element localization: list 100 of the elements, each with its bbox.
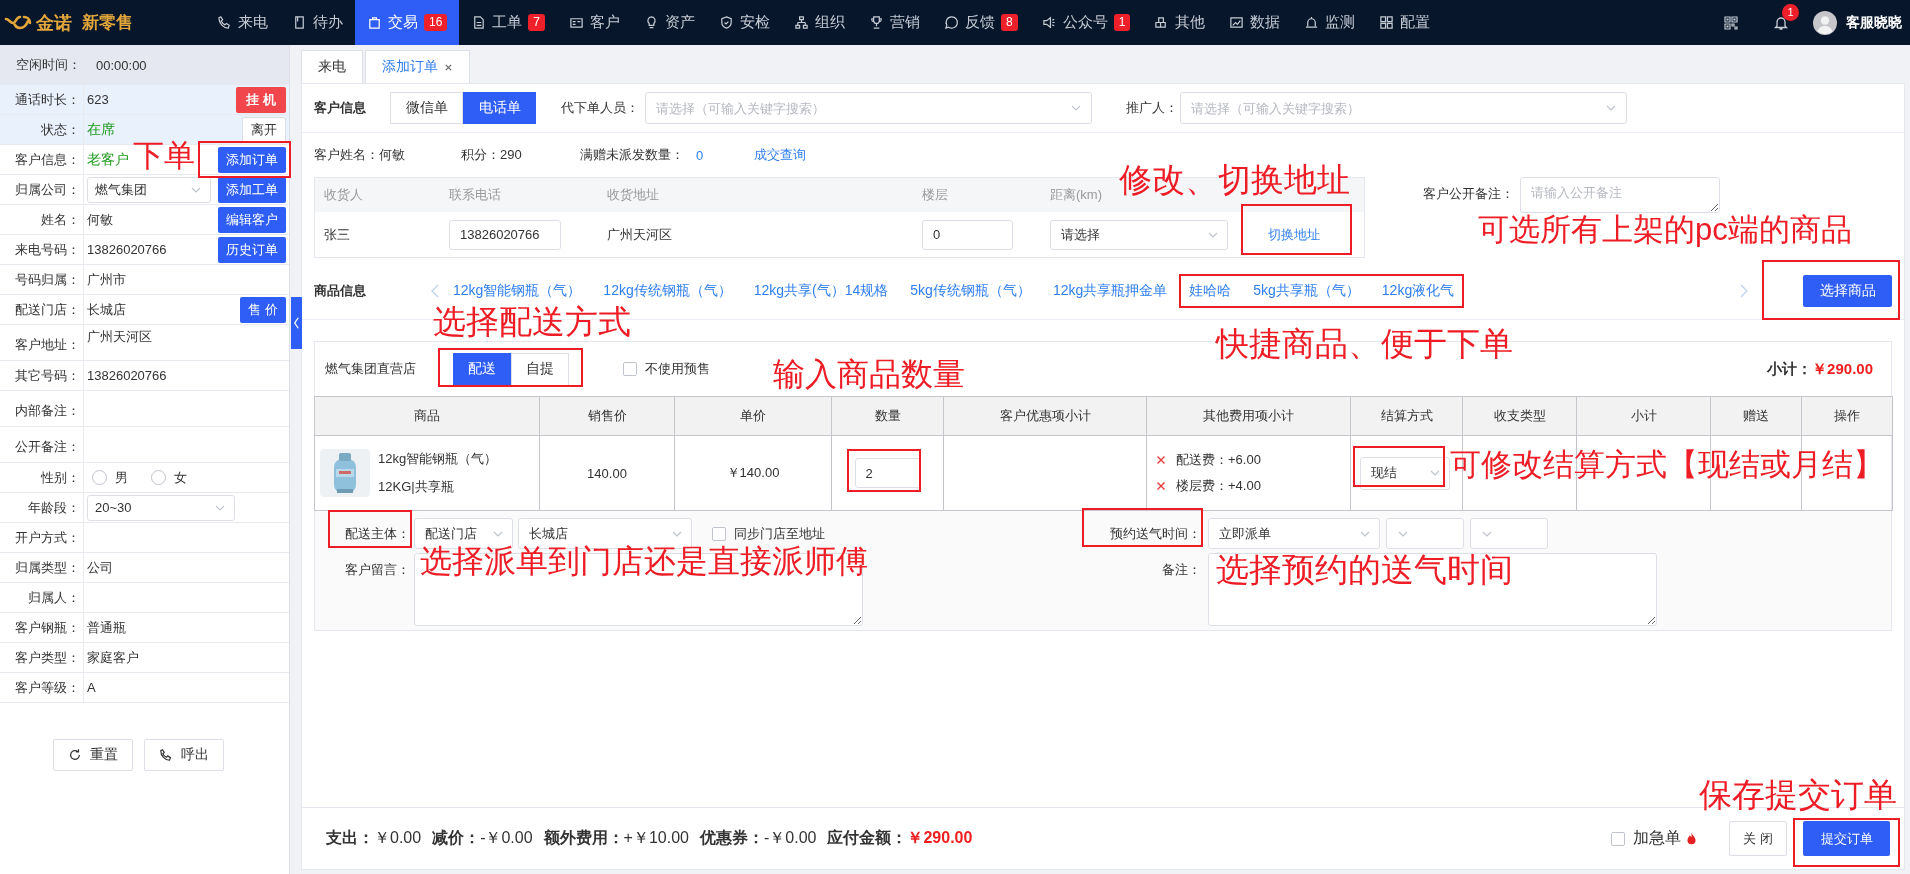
close-icon[interactable] bbox=[1156, 455, 1166, 465]
checkbox[interactable] bbox=[712, 526, 726, 541]
field-value: 13826020766 bbox=[87, 242, 167, 257]
document-icon bbox=[292, 15, 307, 30]
page-tab[interactable]: 来电 bbox=[301, 50, 363, 83]
chat-icon bbox=[944, 15, 960, 30]
nav-tab[interactable]: 反馈 8 bbox=[932, 0, 1030, 45]
phone-icon bbox=[217, 15, 232, 30]
quick-product-link[interactable]: 12kg液化气 bbox=[1381, 281, 1455, 300]
product-name: 新零售 bbox=[82, 12, 133, 34]
field-label: 客户信息： bbox=[0, 145, 84, 174]
total-label: 支出： bbox=[326, 828, 374, 848]
close-icon[interactable] bbox=[444, 62, 453, 72]
qr-code-icon[interactable] bbox=[1723, 14, 1739, 31]
field-label: 客户留言： bbox=[344, 561, 410, 579]
segment-button[interactable]: 自提 bbox=[511, 352, 569, 386]
nav-tab[interactable]: 营销 bbox=[857, 0, 933, 45]
select-field[interactable]: 请选择（可输入关键字搜索） bbox=[645, 92, 1092, 124]
action-button[interactable]: 呼出 bbox=[144, 739, 224, 771]
checkbox[interactable] bbox=[623, 362, 637, 376]
collapse-handle[interactable] bbox=[291, 297, 302, 349]
select-product-button[interactable]: 选择商品 bbox=[1803, 274, 1892, 307]
input-field[interactable]: 0 bbox=[922, 219, 1013, 250]
close-icon[interactable] bbox=[1156, 481, 1166, 491]
input-field[interactable]: 13826020766 bbox=[449, 219, 561, 250]
flame-icon bbox=[1687, 832, 1696, 845]
field-label: 号码归属： bbox=[0, 265, 84, 294]
field-label: 开户方式： bbox=[0, 523, 84, 552]
nav-tab[interactable]: 其他 bbox=[1142, 0, 1218, 45]
field-label: 客户钢瓶： bbox=[0, 613, 84, 642]
total-label: 减价： bbox=[432, 828, 481, 848]
select-field[interactable] bbox=[1470, 518, 1548, 549]
points-text: 积分：290 bbox=[461, 146, 523, 164]
avatar-icon[interactable] bbox=[1813, 10, 1837, 35]
column-header: 联系电话 bbox=[449, 186, 502, 204]
text-area[interactable] bbox=[1208, 553, 1657, 626]
subtotal-value: ￥290.00 bbox=[1812, 359, 1873, 379]
select-field[interactable]: 请选择（可输入关键字搜索） bbox=[1180, 92, 1627, 124]
action-button[interactable]: 历史订单 bbox=[218, 236, 286, 263]
segment-button[interactable]: 电话单 bbox=[463, 92, 536, 124]
nav-tab[interactable]: 安检 bbox=[707, 0, 783, 45]
nav-tab[interactable]: 组织 bbox=[782, 0, 858, 45]
action-button[interactable]: 添加订单 bbox=[218, 146, 286, 173]
nav-tab[interactable]: 待办 bbox=[280, 0, 355, 45]
total-value: -￥0.00 bbox=[480, 828, 533, 848]
field-value: 普通瓶 bbox=[87, 619, 126, 635]
nav-tab[interactable]: 数据 bbox=[1217, 0, 1293, 45]
nav-tab[interactable]: 配置 bbox=[1367, 0, 1443, 45]
select-field[interactable] bbox=[1386, 518, 1464, 549]
select-field[interactable]: 立即派单 bbox=[1208, 518, 1380, 549]
segment-button[interactable]: 微信单 bbox=[390, 92, 463, 124]
select-field[interactable]: 20~30 bbox=[87, 494, 235, 521]
action-button[interactable]: 提交订单 bbox=[1803, 821, 1890, 856]
quick-product-link[interactable]: 12kg共享(气）14规格 bbox=[753, 281, 889, 300]
nav-tab[interactable]: 公众号 1 bbox=[1029, 0, 1143, 45]
field-label: 内部备注： bbox=[0, 391, 84, 426]
nav-tab[interactable]: 来电 bbox=[205, 0, 280, 45]
notification-badge: 1 bbox=[1782, 3, 1799, 21]
quantity-field[interactable]: 2 bbox=[854, 458, 921, 488]
grid-icon bbox=[1379, 15, 1395, 30]
field-label: 归属公司： bbox=[0, 175, 84, 204]
segment-button[interactable]: 配送 bbox=[453, 352, 511, 386]
select-field[interactable]: 现结 bbox=[1360, 456, 1450, 490]
action-button[interactable]: 离开 bbox=[242, 116, 286, 143]
nav-tab[interactable]: 工单 7 bbox=[459, 0, 558, 45]
switch-address-link[interactable]: 切换地址 bbox=[1268, 225, 1320, 244]
column-header: 结算方式 bbox=[1350, 396, 1463, 436]
field-label: 备注： bbox=[1161, 561, 1202, 579]
bell-icon[interactable] bbox=[1773, 14, 1789, 31]
nav-tab[interactable]: 监测 bbox=[1292, 0, 1368, 45]
nav-tab[interactable]: 资产 bbox=[632, 0, 708, 45]
history-link[interactable]: 成交查询 bbox=[754, 146, 806, 164]
action-button[interactable]: 售 价 bbox=[240, 296, 286, 323]
nav-tab[interactable]: 交易 16 bbox=[355, 0, 460, 45]
field-label: 配送主体： bbox=[344, 524, 410, 543]
column-header: 收货地址 bbox=[607, 186, 660, 204]
select-field[interactable]: 燃气集团 bbox=[87, 176, 211, 203]
action-button[interactable]: 重置 bbox=[53, 739, 133, 771]
quick-product-link[interactable]: 12kg传统钢瓶（气） bbox=[603, 281, 732, 300]
page-tab[interactable]: 添加订单 bbox=[365, 50, 470, 83]
shield-icon bbox=[719, 15, 735, 30]
nav-tab[interactable]: 客户 bbox=[557, 0, 633, 45]
user-name[interactable]: 客服晓晓 bbox=[1846, 13, 1902, 32]
action-button[interactable]: 添加工单 bbox=[218, 176, 286, 203]
action-button[interactable]: 挂 机 bbox=[236, 86, 286, 113]
annotation-text: 选择配送方式 bbox=[433, 305, 631, 340]
checkbox[interactable] bbox=[1611, 831, 1625, 846]
text-area[interactable]: 请输入公开备注 bbox=[1520, 177, 1720, 213]
quick-product-link[interactable]: 娃哈哈 bbox=[1189, 281, 1232, 300]
field-value: 家庭客户 bbox=[87, 649, 139, 665]
quick-product-link[interactable]: 12kg共享瓶押金单 bbox=[1052, 281, 1168, 300]
field-label: 客户类型： bbox=[0, 643, 84, 672]
action-button[interactable]: 编辑客户 bbox=[218, 206, 286, 233]
quick-product-link[interactable]: 12kg智能钢瓶（气） bbox=[453, 281, 582, 300]
quick-product-link[interactable]: 5kg共享瓶（气） bbox=[1253, 281, 1360, 300]
action-button[interactable]: 关 闭 bbox=[1729, 821, 1787, 856]
select-field[interactable]: 请选择 bbox=[1050, 219, 1228, 250]
quick-product-link[interactable]: 5kg传统钢瓶（气） bbox=[910, 281, 1031, 300]
annotation-text: 保存提交订单 bbox=[1699, 778, 1897, 813]
field-value: 13826020766 bbox=[87, 368, 167, 383]
